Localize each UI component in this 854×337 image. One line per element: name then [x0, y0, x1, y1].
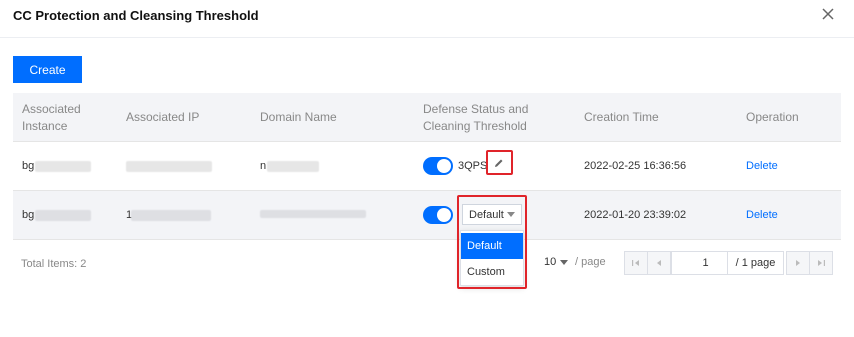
header-defense-line2: Cleaning Threshold — [423, 118, 527, 133]
instance-id: bg — [22, 160, 35, 172]
instance-redacted — [35, 210, 91, 221]
first-page-icon — [632, 260, 639, 266]
next-page-button[interactable] — [786, 251, 810, 275]
creation-time: 2022-01-20 23:39:02 — [584, 209, 687, 221]
domain-redacted — [267, 161, 319, 172]
delete-link[interactable]: Delete — [746, 191, 778, 239]
threshold-value: 3QPS — [458, 160, 488, 172]
next-page-icon — [796, 260, 800, 266]
table-row: bg n 3QPS 2022-02-25 16:36:56 Delete — [13, 142, 841, 191]
data-table: Associated Instance Associated IP Domain … — [13, 93, 841, 240]
instance-cell: bg — [22, 191, 34, 239]
delete-link[interactable]: Delete — [746, 142, 778, 190]
header-associated-instance: Associated Instance — [22, 93, 81, 142]
domain-cell: n — [260, 142, 266, 190]
first-page-button[interactable] — [624, 251, 648, 275]
prev-page-icon — [657, 260, 661, 266]
ip-redacted — [131, 210, 211, 221]
page-total: / 1 page — [728, 251, 784, 275]
header-associated-ip: Associated IP — [126, 110, 200, 124]
instance-id: bg — [22, 209, 35, 221]
header-instance-line1: Associated — [22, 101, 81, 116]
ip-redacted — [126, 161, 212, 172]
domain-name: n — [260, 160, 267, 172]
creation-time: 2022-02-25 16:36:56 — [584, 160, 687, 172]
page-number-input[interactable] — [671, 251, 728, 275]
header-defense-status: Defense Status and Cleaning Threshold — [423, 93, 528, 142]
header-domain-name: Domain Name — [260, 110, 337, 124]
header-instance-line2: Instance — [22, 118, 68, 133]
defense-toggle[interactable] — [423, 157, 453, 175]
page-size-suffix: / page — [575, 256, 606, 268]
last-page-icon — [818, 260, 825, 266]
header-operation: Operation — [746, 110, 799, 124]
last-page-button[interactable] — [809, 251, 833, 275]
dialog-title: CC Protection and Cleansing Threshold — [13, 8, 259, 23]
domain-redacted — [260, 210, 366, 218]
select-highlight-box — [457, 195, 527, 289]
header-defense-line1: Defense Status and — [423, 101, 529, 116]
title-divider — [0, 37, 854, 38]
create-button[interactable]: Create — [13, 56, 82, 83]
table-row: bg 1 2022-01-20 23:39:02 Delete — [13, 191, 841, 240]
defense-toggle[interactable] — [423, 206, 453, 224]
table-header: Associated Instance Associated IP Domain … — [13, 93, 841, 142]
header-creation-time: Creation Time — [584, 110, 659, 124]
instance-redacted — [35, 161, 91, 172]
instance-cell: bg — [22, 142, 34, 190]
edit-threshold-button[interactable] — [486, 150, 513, 175]
close-icon[interactable] — [820, 6, 836, 22]
page-size-value: 10 — [544, 256, 557, 268]
page-size-select[interactable]: 10 — [544, 256, 569, 268]
chevron-down-icon — [560, 259, 569, 265]
pencil-icon — [495, 159, 503, 167]
prev-page-button[interactable] — [647, 251, 671, 275]
total-items: Total Items: 2 — [21, 258, 87, 270]
